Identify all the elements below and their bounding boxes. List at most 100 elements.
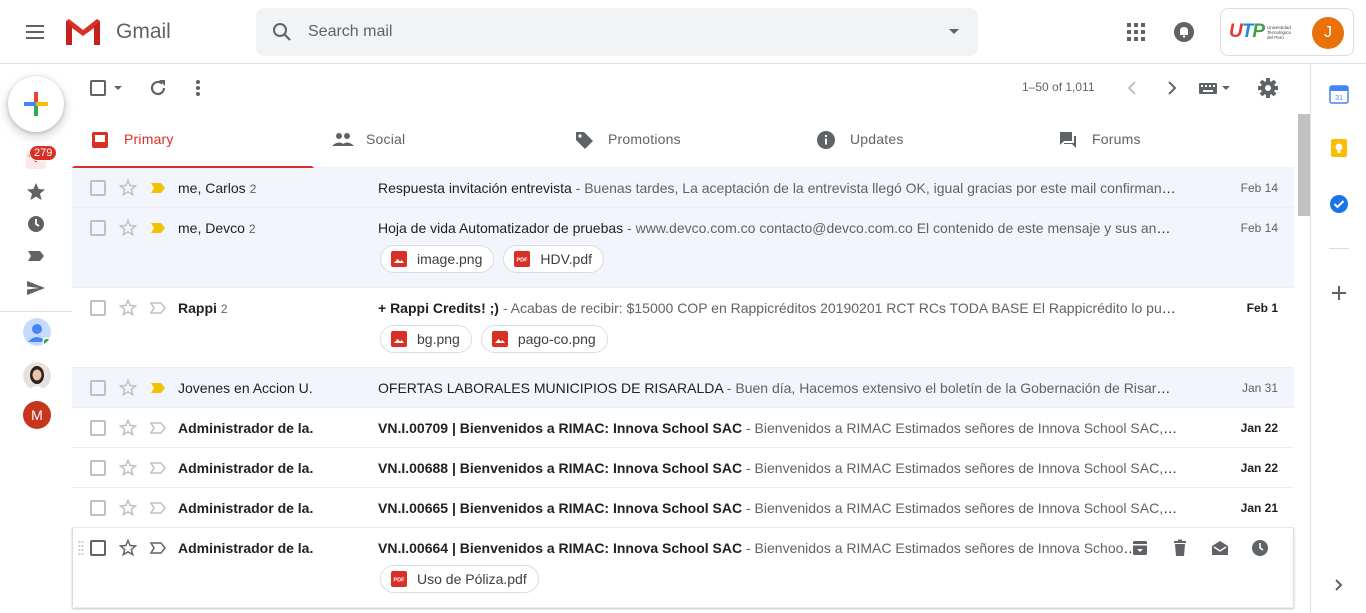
mail-toolbar: 1–50 of 1,011 [72,64,1310,112]
archive-button[interactable] [1120,538,1160,558]
important-outline-icon[interactable] [148,298,168,318]
scrollbar-thumb[interactable] [1298,114,1310,216]
google-apps-icon[interactable] [1124,20,1148,44]
date: Jan 21 [1240,501,1278,515]
app-name: Gmail [116,20,171,43]
subject-line: VN.I.00665 | Bienvenidos a RIMAC: Innova… [378,500,1178,516]
attachment-chip[interactable]: PDF Uso de Póliza.pdf [380,565,539,593]
notifications-icon[interactable] [1172,20,1196,44]
attachment-chips: PDF Uso de Póliza.pdf [380,565,548,593]
tab-social[interactable]: Social [314,112,556,168]
account-switcher[interactable]: UTP Universidad Tecnológica del Perú J [1220,8,1354,56]
subject: + Rappi Credits! ;) [378,300,499,316]
star-outline-icon[interactable] [118,538,138,558]
search-input[interactable] [308,8,908,56]
hangouts-contact-m-avatar[interactable]: M [23,401,51,429]
category-tabs: Primary Social Promotions Updates Forums [72,112,1294,169]
row-checkbox[interactable] [90,500,106,516]
email-row-hovered[interactable]: Administrador de la. VN.I.00664 | Bienve… [72,528,1294,608]
sender: Rappi 2 [178,300,368,316]
important-outline-icon[interactable] [148,538,168,558]
important-marker-icon[interactable] [148,378,168,398]
sender: Administrador de la. [178,500,368,516]
trash-icon [1174,539,1186,556]
account-avatar[interactable]: J [1312,17,1344,49]
attachment-chip[interactable]: PDF HDV.pdf [503,245,605,273]
email-row[interactable]: me, Carlos 2 Respuesta invitación entrevi… [72,168,1294,208]
row-checkbox[interactable] [90,420,106,436]
snoozed-clock-icon[interactable] [24,212,48,236]
important-outline-icon[interactable] [148,498,168,518]
star-outline-icon[interactable] [118,458,138,478]
important-marker-icon[interactable] [148,178,168,198]
drag-handle-icon[interactable] [78,540,84,556]
image-file-icon [491,331,508,347]
hangouts-contact-photo-icon[interactable] [23,362,51,390]
star-outline-icon[interactable] [118,418,138,438]
sender: me, Devco 2 [178,220,368,236]
important-outline-icon[interactable] [148,458,168,478]
row-checkbox[interactable] [90,460,106,476]
search-icon[interactable] [270,20,294,44]
mark-as-read-button[interactable] [1200,538,1240,558]
row-checkbox[interactable] [90,380,106,396]
important-marker-icon[interactable] [148,218,168,238]
expand-chevron-right-icon[interactable] [1329,575,1349,595]
thread-count: 2 [249,182,257,196]
thread-count: 2 [248,222,256,236]
tab-promotions[interactable]: Promotions [556,112,798,168]
add-addon-plus-icon[interactable] [1329,283,1349,303]
important-icon[interactable] [24,244,48,268]
newer-chevron-left-icon[interactable] [1120,76,1144,100]
email-row[interactable]: Jovenes en Accion U. OFERTAS LABORALES M… [72,368,1294,408]
attachment-chip[interactable]: bg.png [380,325,472,353]
older-chevron-right-icon[interactable] [1160,76,1184,100]
email-row[interactable]: me, Devco 2 Hoja de vida Automatizador de… [72,208,1294,288]
pagination-count: 1–50 of 1,011 [1022,80,1095,94]
delete-button[interactable] [1160,538,1200,558]
gmail-logo[interactable]: Gmail [64,16,171,48]
tasks-check-icon[interactable] [1329,194,1349,214]
subject: VN.I.00709 | Bienvenidos a RIMAC: Innova… [378,420,743,436]
more-vert-icon[interactable] [186,76,210,100]
tab-forums[interactable]: Forums [1040,112,1282,168]
main-menu-button[interactable] [16,16,56,48]
star-outline-icon[interactable] [118,498,138,518]
snooze-button[interactable] [1240,538,1280,558]
email-row[interactable]: Rappi 2 + Rappi Credits! ;) - Acabas de r… [72,288,1294,368]
star-outline-icon[interactable] [118,298,138,318]
tab-primary[interactable]: Primary [72,112,314,169]
attachment-chip[interactable]: pago-co.png [480,325,608,353]
keep-bulb-icon[interactable] [1329,138,1349,158]
gmail-m-icon [66,19,100,45]
pdf-file-icon: PDF [391,571,407,587]
tab-updates[interactable]: Updates [798,112,1040,168]
important-outline-icon[interactable] [148,418,168,438]
select-checkbox-icon [90,80,122,96]
sent-icon[interactable] [24,276,48,300]
input-tools-keyboard-icon[interactable] [1198,76,1234,100]
refresh-icon[interactable] [146,76,170,100]
row-checkbox[interactable] [90,180,106,196]
starred-icon[interactable] [24,180,48,204]
email-row[interactable]: Administrador de la. VN.I.00665 | Bienve… [72,488,1294,528]
date: Jan 31 [1241,381,1278,395]
star-outline-icon[interactable] [118,218,138,238]
attachment-chip[interactable]: image.png [380,245,495,273]
email-row[interactable]: Administrador de la. VN.I.00709 | Bienve… [72,408,1294,448]
row-checkbox[interactable] [90,220,106,236]
compose-button[interactable] [8,76,64,132]
org-logo: UTP Universidad Tecnológica del Perú [1229,21,1295,43]
search-options-caret-icon[interactable] [948,28,960,36]
select-all-checkbox[interactable] [88,76,124,105]
row-checkbox[interactable] [90,300,106,316]
star-outline-icon[interactable] [118,378,138,398]
calendar-icon[interactable]: 31 [1329,84,1349,104]
row-checkbox[interactable] [90,540,106,556]
hangouts-self-avatar-icon[interactable] [23,318,51,346]
email-row[interactable]: Administrador de la. VN.I.00688 | Bienve… [72,448,1294,488]
star-outline-icon[interactable] [118,178,138,198]
people-icon [332,133,354,146]
archive-icon [1133,541,1147,555]
settings-gear-icon[interactable] [1256,76,1280,100]
